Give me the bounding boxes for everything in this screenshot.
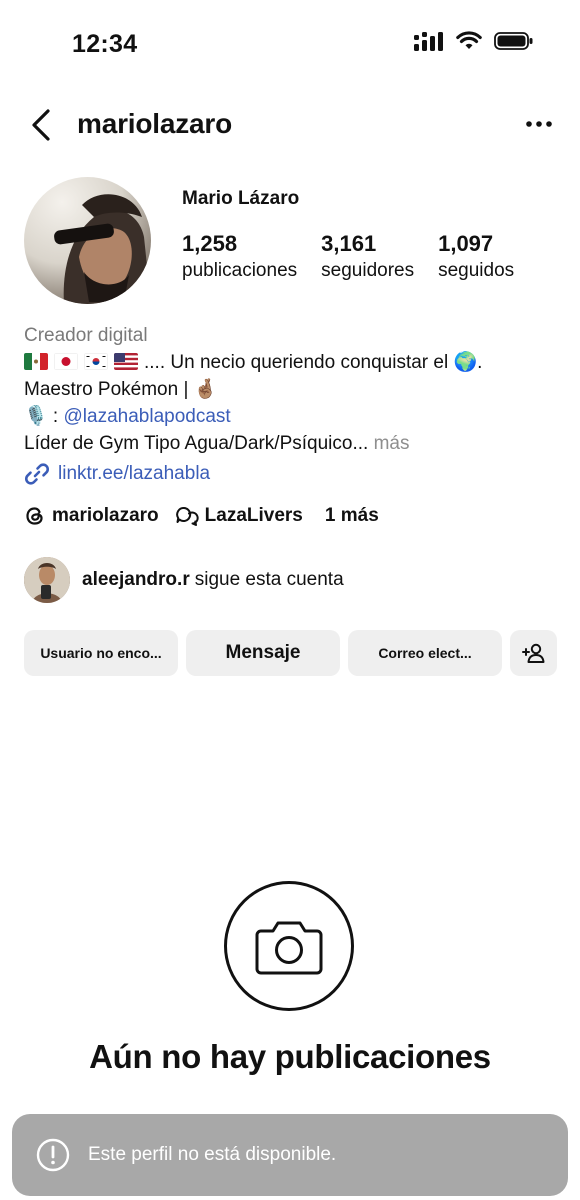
bio-line-3: 🎙️ : @lazahablapodcast [24,403,564,430]
threads-username: mariolazaro [52,505,159,526]
usa-flag-icon [114,353,138,370]
cellular-signal-icon [414,32,443,51]
profile-bio: Creador digital .... Un necio queriendo … [24,322,564,457]
page-title: mariolazaro [77,108,232,139]
bio-external-link[interactable]: linktr.ee/lazahabla [24,461,210,487]
profile-actions: Usuario no enco... Mensaje Correo elect.… [24,630,557,676]
avatar-photo [54,194,151,304]
bio-text-2: Maestro Pokémon | [24,379,189,400]
globe-emoji: 🌍. [453,352,483,373]
follower-username[interactable]: aleejandro.r [82,569,190,591]
profile-header: mariolazaro [0,100,580,150]
suggested-users-button[interactable] [510,630,557,676]
status-bar: 12:34 [0,0,580,90]
external-link-text: linktr.ee/lazahabla [58,463,211,484]
crossed-fingers-emoji: 🤞🏽 [193,379,218,400]
community-chat-icon [175,507,199,526]
more-options-icon[interactable] [526,114,552,134]
followed-by-row[interactable]: aleejandro.r sigue esta cuenta [24,557,344,603]
bio-mention-link[interactable]: @lazahablapodcast [64,406,231,427]
back-arrow-icon[interactable] [28,108,54,142]
threads-icon [26,507,43,525]
profile-avatar[interactable] [24,177,151,304]
link-icon [24,463,50,485]
profile-stats: 1,258 publicaciones 3,161 seguidores 1,0… [182,230,514,284]
empty-posts-camera [224,881,354,1011]
bio-more-link[interactable]: más [374,433,410,454]
bio-category: Creador digital [24,325,148,346]
bio-line-1: .... Un necio queriendo conquistar el 🌍. [24,349,564,376]
threads-community-badge[interactable]: LazaLivers [175,505,303,527]
followers-count: 3,161 [321,231,377,256]
microphone-emoji: 🎙️ : [24,406,59,427]
add-person-icon [521,643,544,663]
mexico-flag-icon [24,353,48,370]
alert-icon [36,1138,70,1172]
stat-followers[interactable]: 3,161 seguidores [321,230,414,284]
following-count: 1,097 [438,231,494,256]
toast-message: Este perfil no está disponible. [88,1144,337,1165]
camera-icon [255,921,323,975]
profile-unavailable-toast: Este perfil no está disponible. [12,1114,568,1196]
bio-line-4: Líder de Gym Tipo Agua/Dark/Psíquico... … [24,430,564,457]
bio-line-2: Maestro Pokémon | 🤞🏽 [24,376,564,403]
following-label: seguidos [438,260,515,281]
bio-text-4: Líder de Gym Tipo Agua/Dark/Psíquico... [24,433,369,454]
threads-profile-badge[interactable]: mariolazaro [24,505,159,527]
posts-label: publicaciones [182,260,298,281]
message-button[interactable]: Mensaje [186,630,340,676]
follower-photo [24,557,70,603]
more-links-text: 1 más [324,505,379,526]
empty-posts-title: Aún no hay publicaciones [89,1038,491,1075]
japan-flag-icon [54,353,78,370]
more-links-button[interactable]: 1 más [319,505,379,527]
bio-text-1: .... Un necio queriendo conquistar el [144,352,449,373]
follows-this-account-text: sigue esta cuenta [194,569,344,590]
south-korea-flag-icon [84,353,108,370]
threads-row: mariolazaro LazaLivers 1 más [24,505,395,527]
stat-posts[interactable]: 1,258 publicaciones [182,230,297,284]
community-name: LazaLivers [204,505,303,526]
follower-avatar [24,557,70,603]
user-not-found-button[interactable]: Usuario no enco... [24,630,178,676]
email-button[interactable]: Correo elect... [348,630,502,676]
posts-count: 1,258 [182,231,238,256]
followers-label: seguidores [321,260,415,281]
wifi-icon [456,31,482,49]
status-time: 12:34 [72,30,138,58]
display-name: Mario Lázaro [182,188,300,209]
stat-following[interactable]: 1,097 seguidos [438,230,514,284]
battery-icon [494,32,533,50]
status-icons [414,31,534,51]
